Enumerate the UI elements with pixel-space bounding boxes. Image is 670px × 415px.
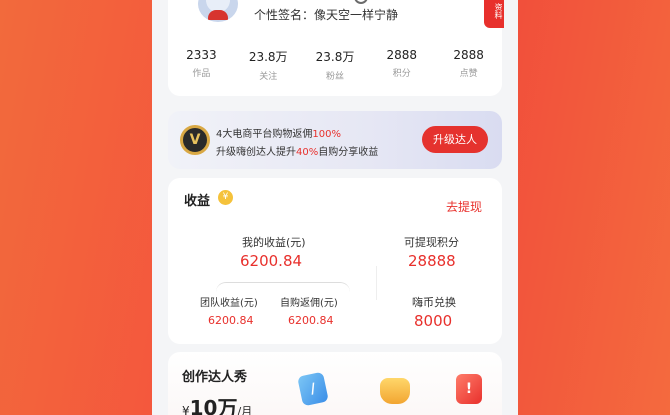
promo-text: 4大电商平台购物返佣 [216,129,313,140]
level-badge-icon [354,0,368,4]
stat-value: 2333 [186,48,217,62]
stat-label: 粉丝 [325,72,344,82]
currency-symbol: ¥ [182,404,190,415]
points-value[interactable]: 28888 [408,252,456,270]
team-earnings-value[interactable]: 6200.84 [208,314,254,327]
my-earnings-label: 我的收益(元) [242,236,306,249]
withdraw-link[interactable]: 去提现 [446,198,482,215]
stats-row: 2333 作品 23.8万 关注 23.8万 粉丝 2888 积分 2888 点… [168,48,502,82]
profile-card: 个性签名：像天空一样宁静 资料 2333 作品 23.8万 关注 23.8万 粉… [168,0,504,96]
signature: 个性签名：像天空一样宁静 [254,8,399,22]
earnings-title: 收益 [184,194,211,209]
stat-value: 23.8万 [315,50,355,64]
promo-highlight: 40% [296,147,319,158]
coin-exchange-label: 嗨币兑换 [412,296,456,309]
stat-points[interactable]: 2888 积分 [368,48,435,82]
amount-value: 10万 [189,396,238,415]
amount-unit: /月 [237,405,253,415]
promo-line-2: 升级嗨创达人提升40%自购分享收益 [216,143,378,158]
coin-icon: ¥ [218,190,233,205]
promo-text: 自购分享收益 [318,147,379,158]
points-label: 可提现积分 [404,236,459,249]
stat-value: 2888 [453,48,484,62]
card-feature-icon[interactable]: / [297,371,329,407]
stat-fans[interactable]: 23.8万 粉丝 [302,48,369,82]
stat-label: 关注 [259,72,278,82]
stat-label: 点赞 [459,69,478,79]
upgrade-button[interactable]: 升级达人 [422,126,488,153]
divider [376,266,377,300]
stat-value: 2888 [386,48,418,62]
stat-following[interactable]: 23.8万 关注 [235,48,302,82]
creator-amount: ¥10万/月 [182,392,252,415]
team-earnings-label: 团队收益(元) [200,298,258,309]
promo-text: 升级嗨创达人提升 [216,147,296,158]
coin-exchange-value[interactable]: 8000 [414,312,452,330]
earnings-bracket [216,282,350,292]
self-purchase-value[interactable]: 6200.84 [288,314,334,327]
upgrade-promo-banner: V 4大电商平台购物返佣100% 升级嗨创达人提升40%自购分享收益 升级达人 [168,111,502,169]
earnings-card: 收益 ¥ 去提现 我的收益(元) 6200.84 团队收益(元) 6200.84… [168,178,502,344]
stat-works[interactable]: 2333 作品 [168,48,235,82]
my-earnings-value[interactable]: 6200.84 [240,252,302,270]
stat-likes[interactable]: 2888 点赞 [435,48,502,82]
edit-profile-tag[interactable]: 资料 [484,0,504,28]
money-bag-icon[interactable] [380,378,410,404]
creator-show-card: 创作达人秀 ¥10万/月 / ! [168,352,502,415]
promo-line-1: 4大电商平台购物返佣100% [216,125,341,140]
vip-icon: V [180,125,210,155]
stat-label: 积分 [392,69,411,79]
stat-label: 作品 [192,69,211,79]
self-purchase-label: 自购返佣(元) [280,298,338,309]
avatar[interactable] [198,0,238,22]
creator-title: 创作达人秀 [182,370,248,385]
promo-highlight: 100% [312,129,341,140]
phone-screen: 个性签名：像天空一样宁静 资料 2333 作品 23.8万 关注 23.8万 粉… [152,0,518,415]
stat-value: 23.8万 [248,50,288,64]
alert-feature-icon[interactable]: ! [456,374,482,404]
